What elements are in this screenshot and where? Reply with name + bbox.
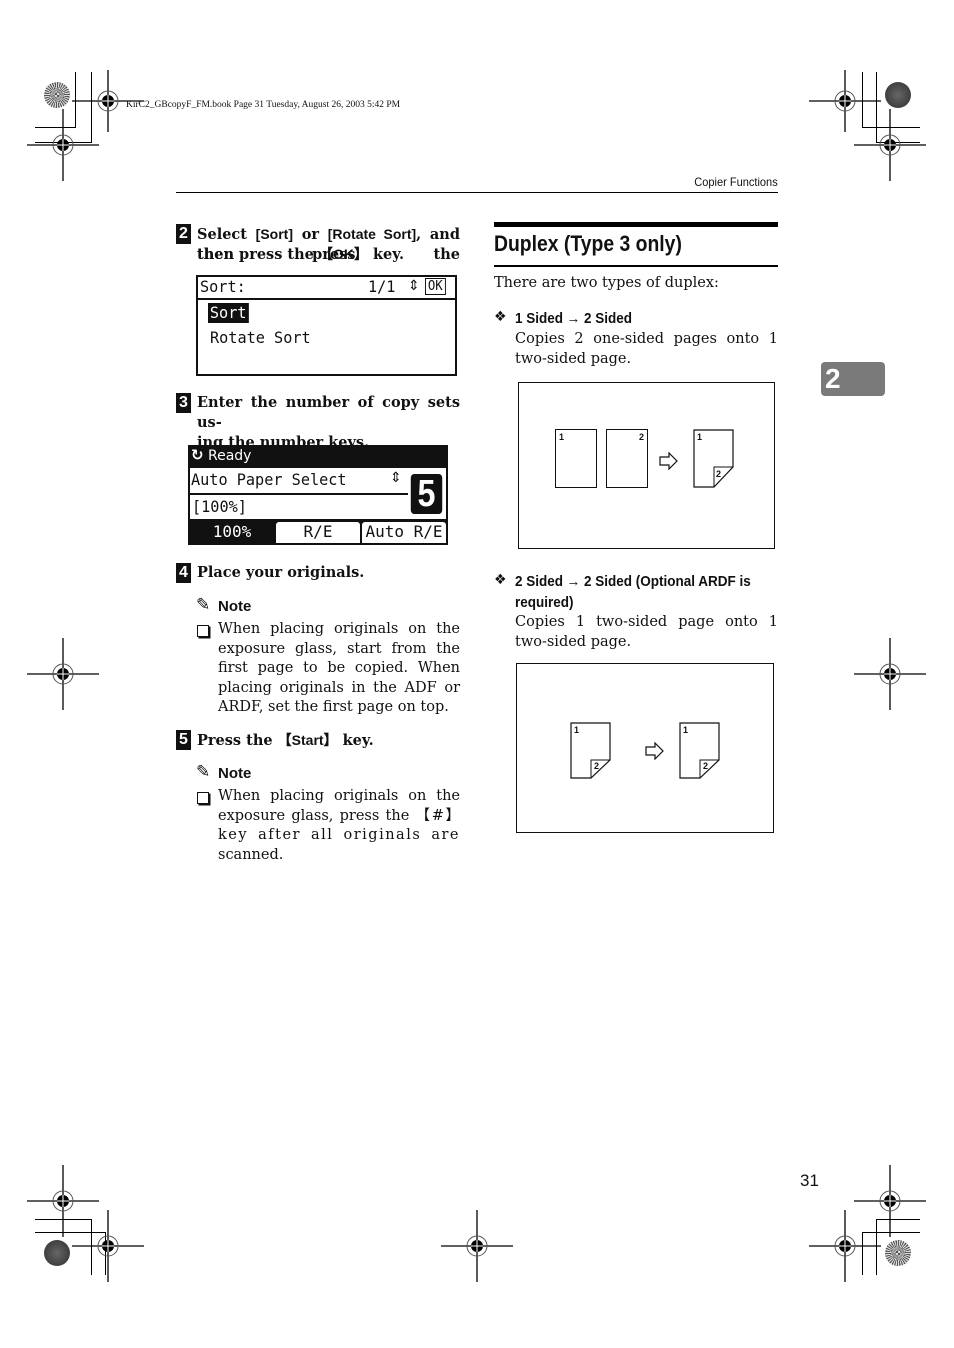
note-heading: Note — [218, 598, 252, 615]
step-instruction: Press the 【Start】 key. — [197, 732, 374, 749]
diagram-2sided-to-2sided: 1 2 1 2 — [516, 663, 774, 833]
color-rosette-icon — [885, 1240, 911, 1266]
step-number: 5 — [176, 730, 191, 750]
chapter-tab[interactable]: 2 — [821, 362, 885, 396]
arrow-right-icon — [659, 452, 678, 470]
step-instruction: Enter the number of copy sets us- ing th… — [197, 394, 460, 451]
note-body: When placing originals on the exposure g… — [218, 788, 460, 863]
lcd-option-rotate-sort[interactable]: Rotate Sort — [210, 328, 311, 348]
duplex-type-heading: 1 Sided → 2 Sided — [515, 310, 633, 327]
original-page-1: 1 — [555, 429, 597, 488]
section-intro: There are two types of duplex: — [494, 275, 719, 291]
step-number: 3 — [176, 393, 191, 413]
result-front-number: 1 — [683, 725, 689, 735]
step-number: 2 — [176, 224, 191, 244]
registration-mark-icon — [809, 1210, 881, 1282]
ready-refresh-icon: ↻ — [191, 446, 204, 464]
key-ok: 【OK】 — [318, 246, 368, 262]
lcd-ready-screen: ↻ Ready Auto Paper Select ⇕ [100%] 5 100… — [188, 445, 448, 545]
pencil-note-icon: ✎ — [196, 595, 211, 615]
checkbox-bullet-icon — [197, 625, 209, 637]
running-header: Copier Functions — [694, 175, 778, 189]
page-number: 31 — [800, 1171, 819, 1190]
step-5: 5 Press the 【Start】 key. — [176, 730, 460, 751]
step-instruction-cont: then press the 【OK】 key. — [197, 246, 405, 263]
note-heading: Note — [218, 765, 252, 782]
registration-mark-icon — [72, 1210, 144, 1282]
registration-mark-icon — [27, 109, 99, 181]
section-rule — [494, 222, 778, 227]
arrow-right-icon — [645, 742, 664, 760]
key-start: 【Start】 — [277, 732, 338, 748]
key-rotate-sort: [Rotate Sort] — [327, 226, 417, 242]
duplex-type-description: Copies 1 two-sided page onto 1 two-sided… — [515, 614, 778, 650]
lcd-copy-count: 5 — [410, 474, 443, 514]
registration-mark-icon — [441, 1210, 513, 1282]
section-rule — [494, 265, 778, 267]
key-sort: [Sort] — [255, 226, 293, 242]
lcd-page-indicator: 1/1 — [368, 277, 396, 296]
color-rosette-icon — [885, 82, 911, 108]
registration-mark-icon — [854, 109, 926, 181]
scroll-arrows-icon[interactable]: ⇕ — [408, 278, 420, 294]
color-rosette-icon — [44, 1240, 70, 1266]
lcd-paper-select[interactable]: Auto Paper Select — [191, 470, 347, 490]
lcd-header: Sort: 1/1 ⇕ OK — [198, 277, 455, 300]
lcd-ratio: [100%] — [192, 497, 247, 516]
lcd-ok-button[interactable]: OK — [425, 278, 446, 295]
lcd-status: Ready — [208, 448, 252, 464]
lcd-ratio-row: [100%] — [190, 495, 408, 519]
registration-mark-icon — [854, 638, 926, 710]
diamond-bullet-icon: ❖ — [494, 572, 507, 588]
color-rosette-icon — [44, 82, 70, 108]
note-body: When placing originals on the exposure g… — [218, 621, 460, 716]
lcd-tab-100[interactable]: 100% — [190, 522, 274, 543]
print-slug: KirC2_GBcopyF_FM.book Page 31 Tuesday, A… — [126, 100, 401, 110]
result-front-number: 1 — [697, 432, 703, 442]
lcd-option-sort[interactable]: Sort — [208, 303, 249, 323]
checkbox-bullet-icon — [197, 792, 209, 804]
diagram-1sided-to-2sided: 1 2 1 2 — [518, 382, 775, 549]
lcd-tab-re[interactable]: R/E — [276, 522, 360, 543]
original-page-2: 2 — [606, 429, 648, 488]
result-back-number: 2 — [703, 761, 709, 771]
step-number: 4 — [176, 563, 191, 583]
lcd-paper-row: Auto Paper Select ⇕ — [190, 468, 408, 495]
pencil-note-icon: ✎ — [196, 762, 211, 782]
scroll-arrows-icon[interactable]: ⇕ — [390, 470, 402, 486]
step-instruction: Place your originals. — [197, 564, 365, 581]
section-title: Duplex (Type 3 only) — [494, 231, 682, 256]
lcd-sort-screen: Sort: 1/1 ⇕ OK Sort Rotate Sort — [196, 275, 457, 376]
diamond-bullet-icon: ❖ — [494, 309, 507, 325]
original-back-number: 2 — [594, 761, 600, 771]
lcd-tab-auto-re[interactable]: Auto R/E — [362, 522, 446, 543]
step-4: 4 Place your originals. — [176, 563, 460, 583]
step-3: 3 Enter the number of copy sets us- ing … — [176, 393, 460, 453]
lcd-copies-area: 5 — [408, 468, 446, 519]
header-rule — [176, 192, 778, 193]
duplex-type-heading: 2 Sided → 2 Sided (Optional ARDF is requ… — [515, 573, 751, 611]
result-back-number: 2 — [716, 469, 722, 479]
duplex-type-description: Copies 2 one-sided pages onto 1 two-side… — [515, 331, 778, 367]
original-front-number: 1 — [574, 725, 580, 735]
registration-mark-icon — [27, 638, 99, 710]
lcd-title: Sort: — [200, 277, 246, 296]
